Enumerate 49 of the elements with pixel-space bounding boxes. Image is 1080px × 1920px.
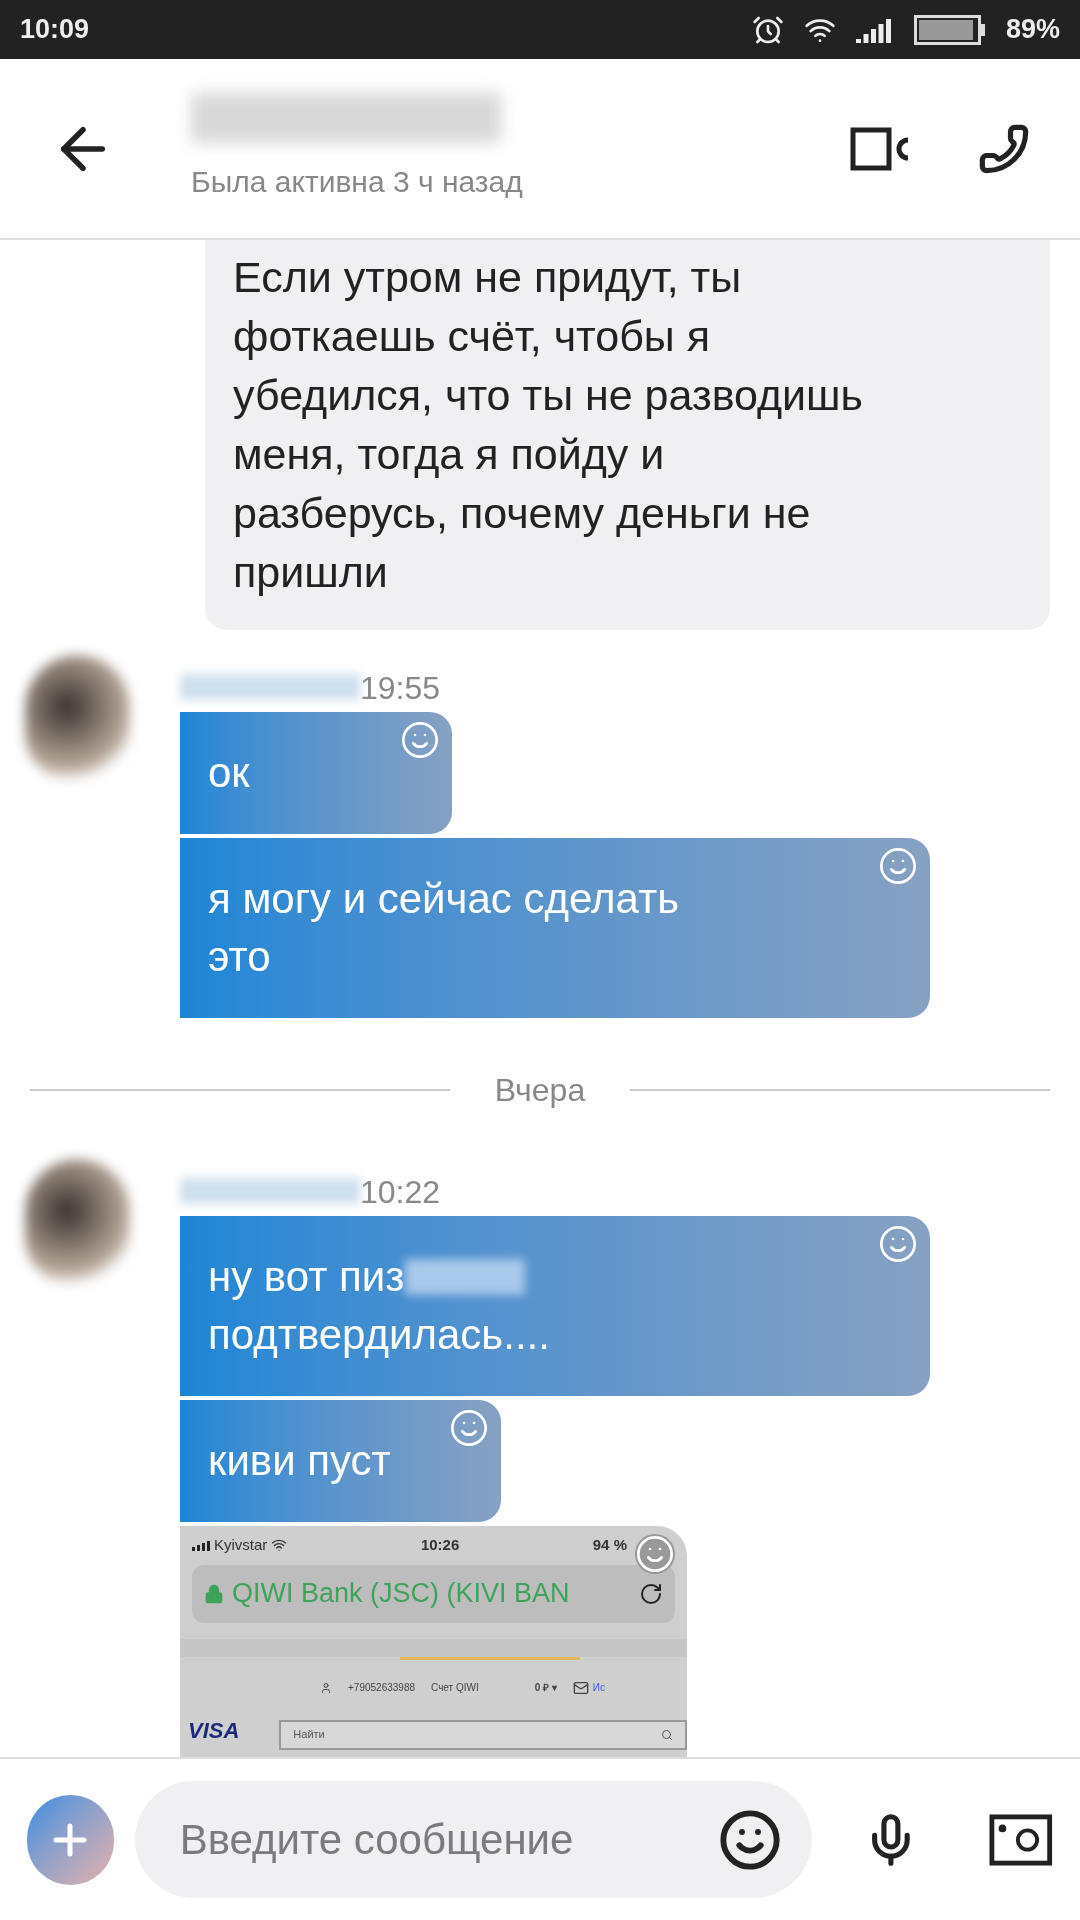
reload-icon <box>639 1581 663 1606</box>
url-text: QIWI Bank (JSC) (KIVI BAN <box>232 1577 571 1611</box>
emoji-icon[interactable] <box>717 1807 782 1872</box>
user-icon <box>320 1681 332 1694</box>
clock: 10:09 <box>20 13 90 47</box>
battery-icon <box>913 14 986 45</box>
message-text: меня, тогда я пойду и <box>233 429 666 480</box>
message-time: 10:22 <box>360 1176 441 1208</box>
message-text: Если утром не придут, ты <box>233 252 743 303</box>
presence-status: Была активна 3 ч назад <box>191 164 523 200</box>
video-call-icon[interactable] <box>850 125 908 172</box>
message-text: киви пуст <box>208 1436 391 1486</box>
message-text: пришли <box>233 547 389 598</box>
smiley-icon[interactable] <box>448 1408 489 1448</box>
screenshot-battery: 94 % <box>592 1535 627 1555</box>
mail-icon <box>572 1679 589 1696</box>
signal-icon <box>855 16 894 43</box>
account-label: Счет QIWI <box>431 1681 479 1695</box>
wifi-icon <box>271 1537 288 1554</box>
message-text: я могу и сейчас сделать <box>208 874 680 924</box>
message-text: ок <box>208 748 250 798</box>
lock-icon <box>204 1583 224 1604</box>
date-separator: Вчера <box>494 1071 586 1110</box>
balance: 0 ₽ ▾ <box>534 1681 557 1695</box>
camera-icon[interactable] <box>989 1812 1053 1867</box>
carrier-name: Kyivstar <box>214 1535 268 1555</box>
message-text: подтвердилась.... <box>208 1310 550 1360</box>
smiley-icon[interactable] <box>635 1534 675 1574</box>
smiley-icon[interactable] <box>878 1224 918 1264</box>
message-input[interactable]: Введите сообщение <box>179 1808 718 1871</box>
screenshot-image[interactable]: Kyivstar 10:26 94 % QIWI Bank (JSC) (KIVI BAN +79052633988 Счет QIWI 0 ₽ ▾ Ис VISA Найти <box>180 1526 687 1757</box>
message-field[interactable]: Введите сообщение <box>134 1781 812 1898</box>
message-time: 19:55 <box>360 672 441 704</box>
phone-number: +79052633988 <box>348 1681 416 1695</box>
message-text: это <box>208 932 271 982</box>
smiley-icon[interactable] <box>878 846 918 886</box>
message-text: разберусь, почему деньги не <box>233 488 812 539</box>
search-placeholder: Найти <box>293 1727 325 1743</box>
signal-icon <box>192 1539 210 1552</box>
screenshot-time: 10:26 <box>420 1535 460 1555</box>
message-text: убедился, что ты не разводишь <box>233 370 864 421</box>
message-text: фоткаешь счёт, чтобы я <box>233 311 711 362</box>
message-text: ну вот пиз <box>208 1252 405 1302</box>
phone-icon[interactable] <box>978 122 1030 175</box>
card-logo: VISA <box>188 1719 240 1742</box>
search-icon <box>661 1728 673 1741</box>
history-link: Ис <box>592 1681 606 1695</box>
battery-percent: 89% <box>1005 13 1060 47</box>
smiley-icon[interactable] <box>400 720 440 760</box>
